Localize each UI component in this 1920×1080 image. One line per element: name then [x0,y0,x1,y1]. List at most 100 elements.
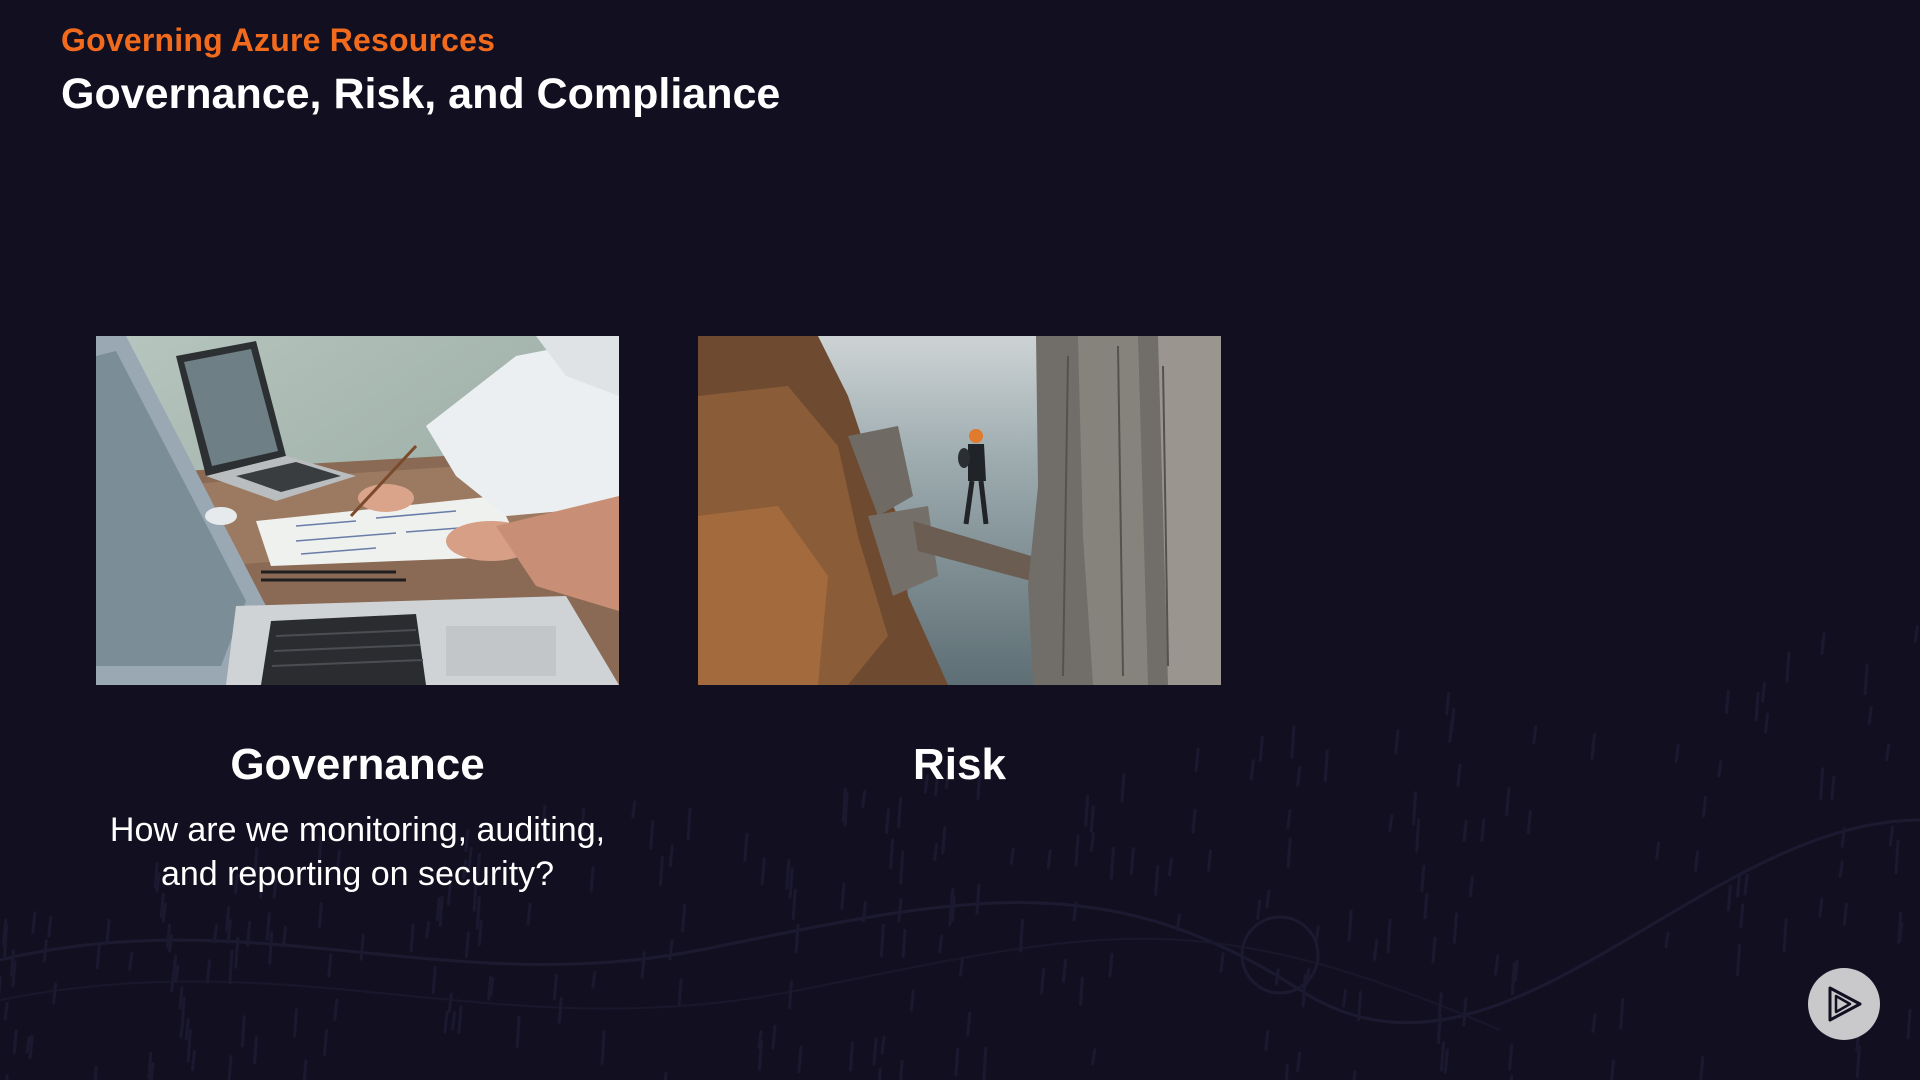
background-dash [226,919,232,944]
background-dash [447,992,453,1013]
background-dash [1091,1048,1097,1066]
background-dash [909,989,915,1012]
background-dash [1168,857,1173,877]
background-dash [794,923,800,954]
background-dash [1286,809,1292,830]
background-dash [1175,913,1181,932]
background-dash [941,826,947,855]
background-dash [1897,911,1903,944]
background-dash [179,1018,185,1039]
governance-heading: Governance [230,740,485,789]
background-dash [982,1046,988,1080]
background-dash [649,820,655,850]
background-dash [877,1068,882,1080]
background-dash [949,887,955,909]
background-dash [457,1005,463,1035]
background-dash [1838,860,1844,878]
background-dash [225,906,231,932]
background-dash [435,897,441,922]
governance-description-line: How are we monitoring, auditing, [109,810,606,849]
pluralsight-play-logo-icon[interactable] [1808,968,1880,1040]
background-dash [1699,1056,1705,1080]
background-dash [1072,901,1078,922]
slide: Governing Azure Resources Governance, Ri… [0,0,1920,1080]
background-dash [1284,1063,1289,1080]
background-dash [1820,632,1826,655]
background-dash [227,1055,233,1080]
background-dash [872,1037,878,1066]
background-dash [1736,873,1742,898]
background-dash [409,923,415,953]
background-dash [172,954,178,979]
background-dash [1480,818,1486,842]
background-dash [1785,651,1791,684]
background-dash [1062,958,1067,983]
background-dash [240,1015,246,1048]
background-dash [1440,1041,1445,1072]
background-dash [1305,968,1311,986]
background-dash [879,924,885,957]
background-dash [443,1010,449,1034]
background-dash [28,1034,34,1060]
background-dash [1084,794,1090,827]
background-dash [1761,682,1766,703]
background-dash [1736,943,1741,977]
background-dash [526,902,532,926]
background-dash [600,1030,606,1065]
background-dash [1819,767,1825,801]
background-dash [359,933,365,961]
background-dash [1510,962,1516,995]
background-dash [166,923,171,949]
background-dash [147,1051,153,1080]
background-dash [431,966,437,994]
background-dash [1726,884,1732,912]
background-dash [1842,902,1848,926]
background-dash [1863,663,1869,696]
background-dash [1532,725,1538,745]
background-dash [1357,990,1362,1022]
background-dash [1373,939,1379,961]
background-dash [880,1035,886,1055]
background-dash [1388,814,1394,832]
background-dash [1046,849,1052,870]
background-dash [933,843,939,861]
background-dash [1296,1051,1302,1073]
background-dash [686,807,692,841]
background-dash [1508,1044,1514,1071]
background-dash [327,953,333,978]
background-dash [105,918,111,945]
background-dash [640,951,646,979]
background-dash [1274,968,1280,986]
background-dash [1591,732,1597,751]
background-dash [899,850,905,885]
background-dash [1249,759,1255,781]
background-dash [168,934,174,953]
governance-card: Governance How are we monitoring, auditi… [96,336,619,896]
background-dash [268,931,274,965]
background-dash [1109,847,1115,880]
background-dash [668,939,674,961]
background-dash [12,1029,18,1055]
background-dash [1040,968,1046,995]
background-dash [1906,1008,1912,1040]
background-dash [302,1059,308,1080]
background-dash [1437,992,1443,1019]
background-dash [1855,1045,1861,1078]
background-dash [840,882,846,910]
background-dash [861,790,867,808]
background-dash [1867,705,1873,725]
background-dash [1526,810,1532,835]
background-dash [184,1018,190,1040]
background-dash [128,952,134,971]
background-dash [1456,763,1462,788]
background-dash [959,957,964,977]
background-dash [25,1036,31,1054]
background-dash [180,996,186,1032]
background-dash [1743,873,1749,896]
background-dash [797,1045,803,1074]
background-dash [658,855,664,887]
background-dash [760,857,766,885]
background-dash [1452,912,1458,944]
background-dash [1019,918,1024,953]
background-dash [743,832,749,862]
